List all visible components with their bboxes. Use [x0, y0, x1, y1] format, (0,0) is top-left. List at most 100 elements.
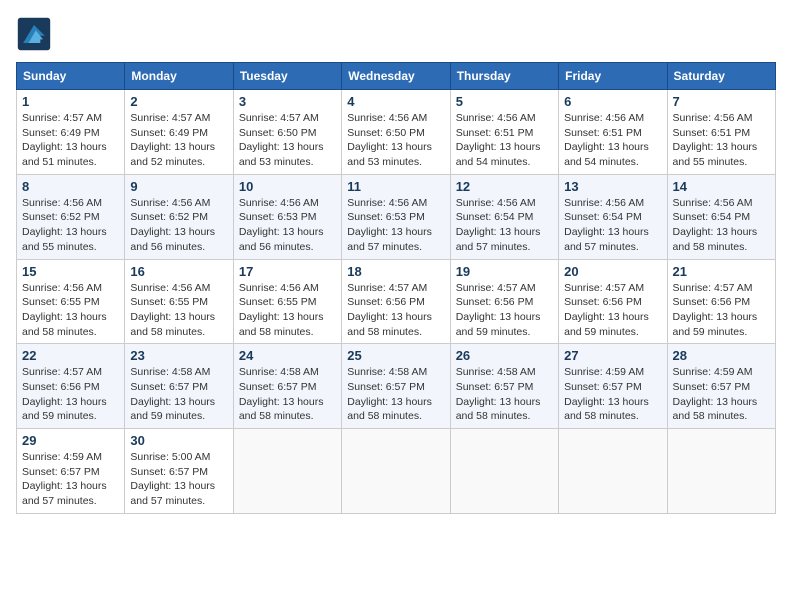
calendar-day-24: 24 Sunrise: 4:58 AMSunset: 6:57 PMDaylig… [233, 344, 341, 429]
day-number: 16 [130, 264, 227, 279]
logo-icon [16, 16, 52, 52]
calendar-day-27: 27 Sunrise: 4:59 AMSunset: 6:57 PMDaylig… [559, 344, 667, 429]
day-info: Sunrise: 4:56 AMSunset: 6:55 PMDaylight:… [130, 282, 215, 338]
calendar-day-11: 11 Sunrise: 4:56 AMSunset: 6:53 PMDaylig… [342, 174, 450, 259]
calendar-week-row: 22 Sunrise: 4:57 AMSunset: 6:56 PMDaylig… [17, 344, 776, 429]
day-info: Sunrise: 4:57 AMSunset: 6:49 PMDaylight:… [130, 112, 215, 168]
day-number: 14 [673, 179, 770, 194]
day-number: 3 [239, 94, 336, 109]
day-number: 26 [456, 348, 553, 363]
day-number: 1 [22, 94, 119, 109]
day-number: 27 [564, 348, 661, 363]
logo [16, 16, 56, 52]
day-header-monday: Monday [125, 63, 233, 90]
day-info: Sunrise: 4:56 AMSunset: 6:52 PMDaylight:… [22, 197, 107, 253]
day-info: Sunrise: 4:56 AMSunset: 6:53 PMDaylight:… [239, 197, 324, 253]
calendar-day-6: 6 Sunrise: 4:56 AMSunset: 6:51 PMDayligh… [559, 90, 667, 175]
day-info: Sunrise: 4:59 AMSunset: 6:57 PMDaylight:… [22, 451, 107, 507]
day-info: Sunrise: 4:56 AMSunset: 6:51 PMDaylight:… [673, 112, 758, 168]
day-number: 23 [130, 348, 227, 363]
calendar-table: SundayMondayTuesdayWednesdayThursdayFrid… [16, 62, 776, 514]
calendar-empty [233, 429, 341, 514]
day-number: 22 [22, 348, 119, 363]
calendar-empty [667, 429, 775, 514]
day-header-saturday: Saturday [667, 63, 775, 90]
calendar-day-5: 5 Sunrise: 4:56 AMSunset: 6:51 PMDayligh… [450, 90, 558, 175]
day-info: Sunrise: 4:56 AMSunset: 6:51 PMDaylight:… [456, 112, 541, 168]
day-number: 9 [130, 179, 227, 194]
calendar-day-9: 9 Sunrise: 4:56 AMSunset: 6:52 PMDayligh… [125, 174, 233, 259]
day-number: 25 [347, 348, 444, 363]
calendar-day-4: 4 Sunrise: 4:56 AMSunset: 6:50 PMDayligh… [342, 90, 450, 175]
calendar-day-23: 23 Sunrise: 4:58 AMSunset: 6:57 PMDaylig… [125, 344, 233, 429]
calendar-day-19: 19 Sunrise: 4:57 AMSunset: 6:56 PMDaylig… [450, 259, 558, 344]
day-number: 18 [347, 264, 444, 279]
day-info: Sunrise: 4:57 AMSunset: 6:56 PMDaylight:… [347, 282, 432, 338]
day-header-thursday: Thursday [450, 63, 558, 90]
calendar-week-row: 15 Sunrise: 4:56 AMSunset: 6:55 PMDaylig… [17, 259, 776, 344]
calendar-empty [342, 429, 450, 514]
day-number: 28 [673, 348, 770, 363]
calendar-day-7: 7 Sunrise: 4:56 AMSunset: 6:51 PMDayligh… [667, 90, 775, 175]
day-number: 29 [22, 433, 119, 448]
day-info: Sunrise: 4:56 AMSunset: 6:50 PMDaylight:… [347, 112, 432, 168]
calendar-day-28: 28 Sunrise: 4:59 AMSunset: 6:57 PMDaylig… [667, 344, 775, 429]
calendar-day-18: 18 Sunrise: 4:57 AMSunset: 6:56 PMDaylig… [342, 259, 450, 344]
day-number: 24 [239, 348, 336, 363]
day-number: 4 [347, 94, 444, 109]
day-info: Sunrise: 4:56 AMSunset: 6:51 PMDaylight:… [564, 112, 649, 168]
calendar-day-3: 3 Sunrise: 4:57 AMSunset: 6:50 PMDayligh… [233, 90, 341, 175]
day-number: 7 [673, 94, 770, 109]
day-info: Sunrise: 4:58 AMSunset: 6:57 PMDaylight:… [347, 366, 432, 422]
day-info: Sunrise: 4:58 AMSunset: 6:57 PMDaylight:… [130, 366, 215, 422]
calendar-week-row: 8 Sunrise: 4:56 AMSunset: 6:52 PMDayligh… [17, 174, 776, 259]
day-info: Sunrise: 4:57 AMSunset: 6:49 PMDaylight:… [22, 112, 107, 168]
day-info: Sunrise: 4:58 AMSunset: 6:57 PMDaylight:… [239, 366, 324, 422]
calendar-header-row: SundayMondayTuesdayWednesdayThursdayFrid… [17, 63, 776, 90]
calendar-day-2: 2 Sunrise: 4:57 AMSunset: 6:49 PMDayligh… [125, 90, 233, 175]
calendar-day-20: 20 Sunrise: 4:57 AMSunset: 6:56 PMDaylig… [559, 259, 667, 344]
day-info: Sunrise: 4:57 AMSunset: 6:56 PMDaylight:… [22, 366, 107, 422]
day-number: 13 [564, 179, 661, 194]
calendar-day-17: 17 Sunrise: 4:56 AMSunset: 6:55 PMDaylig… [233, 259, 341, 344]
day-info: Sunrise: 4:56 AMSunset: 6:54 PMDaylight:… [456, 197, 541, 253]
calendar-day-10: 10 Sunrise: 4:56 AMSunset: 6:53 PMDaylig… [233, 174, 341, 259]
calendar-day-14: 14 Sunrise: 4:56 AMSunset: 6:54 PMDaylig… [667, 174, 775, 259]
calendar-week-row: 1 Sunrise: 4:57 AMSunset: 6:49 PMDayligh… [17, 90, 776, 175]
day-number: 30 [130, 433, 227, 448]
day-number: 10 [239, 179, 336, 194]
day-info: Sunrise: 4:56 AMSunset: 6:55 PMDaylight:… [239, 282, 324, 338]
day-header-wednesday: Wednesday [342, 63, 450, 90]
day-number: 6 [564, 94, 661, 109]
day-info: Sunrise: 4:56 AMSunset: 6:53 PMDaylight:… [347, 197, 432, 253]
day-number: 20 [564, 264, 661, 279]
day-info: Sunrise: 4:56 AMSunset: 6:52 PMDaylight:… [130, 197, 215, 253]
day-number: 5 [456, 94, 553, 109]
calendar-day-30: 30 Sunrise: 5:00 AMSunset: 6:57 PMDaylig… [125, 429, 233, 514]
day-header-friday: Friday [559, 63, 667, 90]
day-number: 8 [22, 179, 119, 194]
day-info: Sunrise: 4:56 AMSunset: 6:54 PMDaylight:… [564, 197, 649, 253]
calendar-day-13: 13 Sunrise: 4:56 AMSunset: 6:54 PMDaylig… [559, 174, 667, 259]
calendar-day-22: 22 Sunrise: 4:57 AMSunset: 6:56 PMDaylig… [17, 344, 125, 429]
day-number: 11 [347, 179, 444, 194]
day-info: Sunrise: 4:59 AMSunset: 6:57 PMDaylight:… [673, 366, 758, 422]
calendar-empty [450, 429, 558, 514]
calendar-week-row: 29 Sunrise: 4:59 AMSunset: 6:57 PMDaylig… [17, 429, 776, 514]
calendar-day-1: 1 Sunrise: 4:57 AMSunset: 6:49 PMDayligh… [17, 90, 125, 175]
calendar-day-26: 26 Sunrise: 4:58 AMSunset: 6:57 PMDaylig… [450, 344, 558, 429]
day-number: 12 [456, 179, 553, 194]
day-number: 19 [456, 264, 553, 279]
day-info: Sunrise: 4:57 AMSunset: 6:56 PMDaylight:… [456, 282, 541, 338]
day-info: Sunrise: 4:58 AMSunset: 6:57 PMDaylight:… [456, 366, 541, 422]
day-info: Sunrise: 4:57 AMSunset: 6:56 PMDaylight:… [673, 282, 758, 338]
day-header-sunday: Sunday [17, 63, 125, 90]
day-number: 21 [673, 264, 770, 279]
calendar-empty [559, 429, 667, 514]
calendar-day-15: 15 Sunrise: 4:56 AMSunset: 6:55 PMDaylig… [17, 259, 125, 344]
day-number: 15 [22, 264, 119, 279]
calendar-day-16: 16 Sunrise: 4:56 AMSunset: 6:55 PMDaylig… [125, 259, 233, 344]
calendar-day-21: 21 Sunrise: 4:57 AMSunset: 6:56 PMDaylig… [667, 259, 775, 344]
calendar-day-12: 12 Sunrise: 4:56 AMSunset: 6:54 PMDaylig… [450, 174, 558, 259]
calendar-day-8: 8 Sunrise: 4:56 AMSunset: 6:52 PMDayligh… [17, 174, 125, 259]
